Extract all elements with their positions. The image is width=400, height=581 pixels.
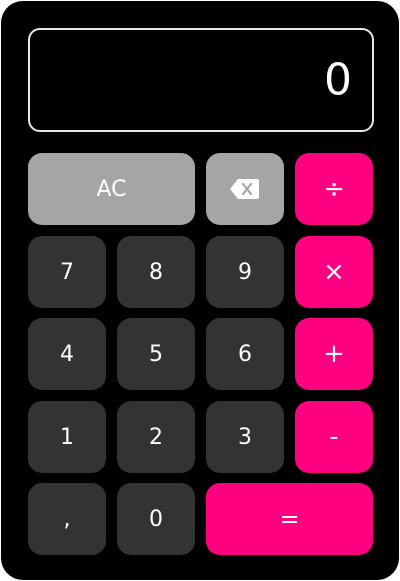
digit-1-button[interactable]: 1	[28, 401, 106, 473]
comma-button[interactable]: ,	[28, 483, 106, 555]
digit-0-button[interactable]: 0	[117, 483, 195, 555]
backspace-icon	[229, 177, 261, 201]
digit-6-button[interactable]: 6	[206, 318, 284, 390]
multiply-button[interactable]: ×	[295, 236, 373, 308]
clear-button[interactable]: AC	[28, 153, 195, 225]
plus-button[interactable]: +	[295, 318, 373, 390]
digit-8-button[interactable]: 8	[117, 236, 195, 308]
equals-button[interactable]: =	[206, 483, 373, 555]
digit-3-button[interactable]: 3	[206, 401, 284, 473]
digit-4-button[interactable]: 4	[28, 318, 106, 390]
digit-7-button[interactable]: 7	[28, 236, 106, 308]
divide-button[interactable]: ÷	[295, 153, 373, 225]
display-panel: 0	[28, 28, 374, 132]
digit-9-button[interactable]: 9	[206, 236, 284, 308]
digit-2-button[interactable]: 2	[117, 401, 195, 473]
display-value: 0	[324, 54, 352, 106]
backspace-button[interactable]	[206, 153, 284, 225]
minus-button[interactable]: -	[295, 401, 373, 473]
calculator: 0 AC ÷ 7 8 9 × 4 5 6 + 1 2 3 - , 0 =	[1, 1, 399, 580]
digit-5-button[interactable]: 5	[117, 318, 195, 390]
